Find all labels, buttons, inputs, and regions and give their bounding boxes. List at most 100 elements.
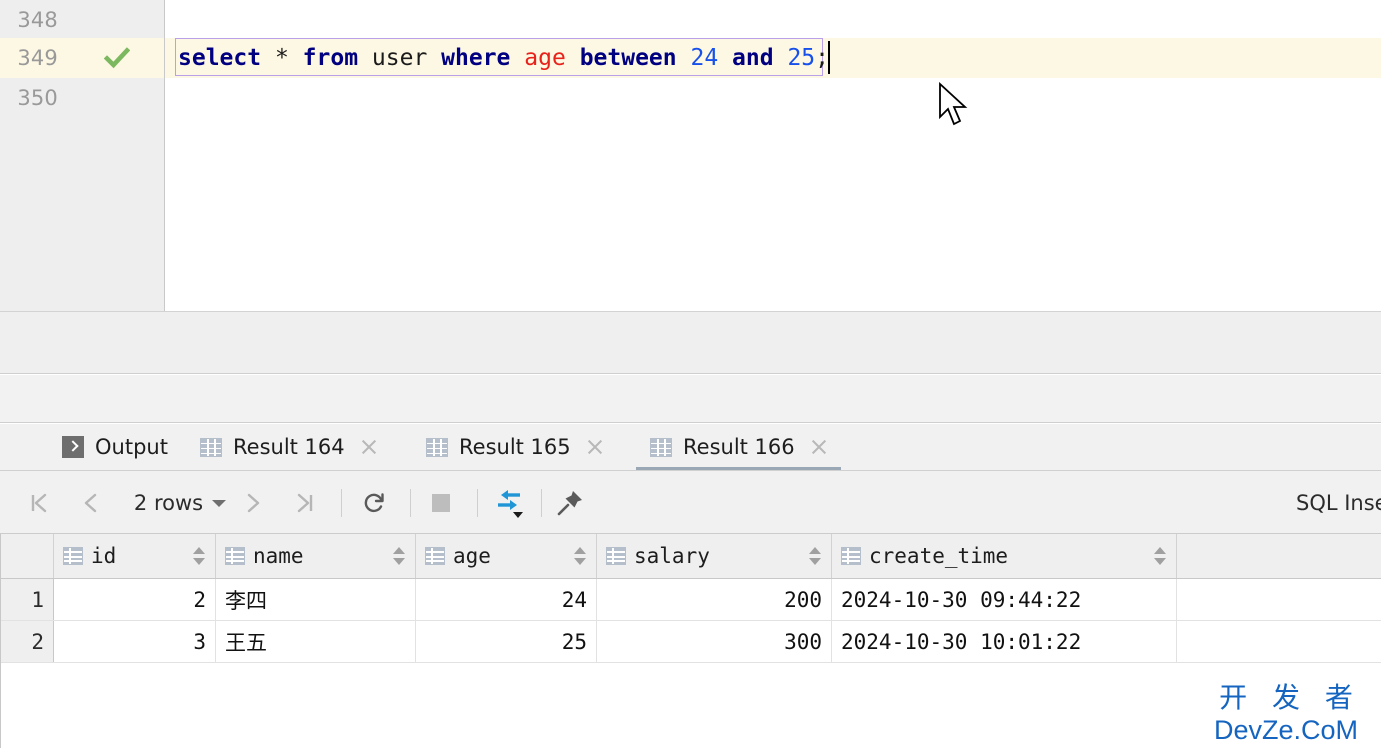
cell-age[interactable]: 25 <box>416 621 597 662</box>
cell-filler <box>1177 621 1381 662</box>
grid-header-id[interactable]: id <box>54 534 216 578</box>
tab-result-164[interactable]: Result 164 <box>186 424 390 470</box>
toolbar-separator <box>341 489 342 517</box>
grid-header-salary[interactable]: salary <box>597 534 832 578</box>
result-grid-icon <box>200 437 222 457</box>
chevron-down-icon <box>212 499 227 507</box>
results-tab-bar[interactable]: Output Result 164 Result 165 Result 166 <box>0 424 1381 471</box>
watermark-line-cn: 开 发 者 <box>1219 681 1361 714</box>
cell-create-time[interactable]: 2024-10-30 10:01:22 <box>832 621 1177 662</box>
toolbar-separator <box>477 489 478 517</box>
tab-result-166[interactable]: Result 166 <box>636 424 841 470</box>
close-icon[interactable] <box>585 437 602 457</box>
sort-arrows-icon[interactable] <box>808 545 822 567</box>
column-icon <box>225 547 245 565</box>
first-page-icon <box>31 493 47 513</box>
sql-token-and: and <box>732 45 774 71</box>
transpose-button[interactable] <box>489 485 531 521</box>
console-spacer-lower <box>0 375 1381 423</box>
next-page-button[interactable] <box>236 485 270 521</box>
watermark: 开 发 者 DevZe.CoM <box>1196 681 1376 746</box>
column-icon <box>425 547 445 565</box>
table-row[interactable]: 1 2 李四 24 200 2024-10-30 09:44:22 <box>0 579 1381 621</box>
sort-arrows-icon[interactable] <box>192 545 206 567</box>
result-grid-icon <box>650 437 672 457</box>
sort-arrows-icon[interactable] <box>392 545 406 567</box>
last-page-button[interactable] <box>288 485 322 521</box>
rows-count-dropdown[interactable]: 2 rows <box>124 485 236 521</box>
tab-output[interactable]: Output <box>48 424 180 470</box>
grid-header-create-time[interactable]: create_time <box>832 534 1177 578</box>
first-page-button[interactable] <box>22 485 56 521</box>
previous-page-button[interactable] <box>74 485 108 521</box>
cell-filler <box>1177 579 1381 620</box>
close-icon[interactable] <box>359 437 376 457</box>
grid-header-filler <box>1177 534 1381 578</box>
result-grid[interactable]: id name age salary create_time 1 2 李四 24… <box>0 534 1381 667</box>
sql-inspections-label[interactable]: SQL Inse <box>1296 491 1381 515</box>
cell-id[interactable]: 3 <box>54 621 216 662</box>
next-page-icon <box>247 493 260 513</box>
sql-token-where: where <box>441 45 511 71</box>
output-console-icon <box>62 436 84 458</box>
rows-count-label: 2 rows <box>133 491 204 515</box>
sql-statement-text[interactable]: select * from user where age between 24 … <box>178 44 829 72</box>
sql-token-column-age: age <box>524 45 566 71</box>
row-number: 1 <box>0 579 54 620</box>
cell-name[interactable]: 李四 <box>216 579 416 620</box>
sort-arrows-icon[interactable] <box>1153 545 1167 567</box>
tab-label: Result 165 <box>459 435 571 459</box>
line-number: 349 <box>17 46 58 70</box>
grid-left-border <box>0 534 1 748</box>
watermark-line-en: DevZe.CoM <box>1213 715 1359 745</box>
tab-label: Result 166 <box>683 435 795 459</box>
sql-editor[interactable]: 348 349 350 select * from user where age… <box>0 0 1381 320</box>
toolbar-separator <box>410 489 411 517</box>
text-caret <box>828 41 830 74</box>
grid-empty-area <box>0 667 1381 748</box>
grid-header-rownum <box>0 534 54 578</box>
previous-page-icon <box>84 493 97 513</box>
tab-label: Result 164 <box>233 435 345 459</box>
column-icon <box>63 547 83 565</box>
grid-header-age[interactable]: age <box>416 534 597 578</box>
console-spacer-upper <box>0 312 1381 374</box>
cell-salary[interactable]: 300 <box>597 621 832 662</box>
cell-salary[interactable]: 200 <box>597 579 832 620</box>
sql-token-select: select <box>178 45 262 71</box>
table-row[interactable]: 2 3 王五 25 300 2024-10-30 10:01:22 <box>0 621 1381 663</box>
grid-header-label: salary <box>634 544 710 568</box>
result-toolbar[interactable]: 2 rows SQL Inse <box>0 471 1381 534</box>
toolbar-separator <box>541 489 542 517</box>
sql-console-window: 348 349 350 select * from user where age… <box>0 0 1381 748</box>
grid-header-row: id name age salary create_time <box>0 534 1381 579</box>
stop-icon <box>432 494 450 512</box>
transpose-icon <box>498 490 523 518</box>
editor-horizontal-scrollbar[interactable] <box>165 295 1381 310</box>
check-mark-icon[interactable] <box>103 46 131 70</box>
grid-header-label: name <box>253 544 304 568</box>
gutter-line-350: 350 <box>0 78 164 118</box>
grid-header-name[interactable]: name <box>216 534 416 578</box>
editor-gutter[interactable]: 348 349 350 <box>0 0 165 320</box>
sql-token-table-user: user <box>371 45 428 71</box>
sql-token-between: between <box>579 45 677 71</box>
tab-result-165[interactable]: Result 165 <box>412 424 616 470</box>
last-page-icon <box>297 493 313 513</box>
sql-token-number-24: 24 <box>690 45 719 71</box>
grid-header-label: age <box>453 544 491 568</box>
active-tab-indicator <box>636 467 841 470</box>
close-icon[interactable] <box>809 437 827 457</box>
reload-button[interactable] <box>357 485 391 521</box>
pin-tab-button[interactable] <box>553 485 587 521</box>
cell-create-time[interactable]: 2024-10-30 09:44:22 <box>832 579 1177 620</box>
stop-button[interactable] <box>424 485 458 521</box>
tab-label: Output <box>95 435 168 459</box>
sort-arrows-icon[interactable] <box>573 545 587 567</box>
cell-id[interactable]: 2 <box>54 579 216 620</box>
cell-name[interactable]: 王五 <box>216 621 416 662</box>
sql-token-semicolon: ; <box>815 45 830 71</box>
refresh-icon <box>364 493 384 513</box>
cell-age[interactable]: 24 <box>416 579 597 620</box>
result-grid-icon <box>426 437 448 457</box>
